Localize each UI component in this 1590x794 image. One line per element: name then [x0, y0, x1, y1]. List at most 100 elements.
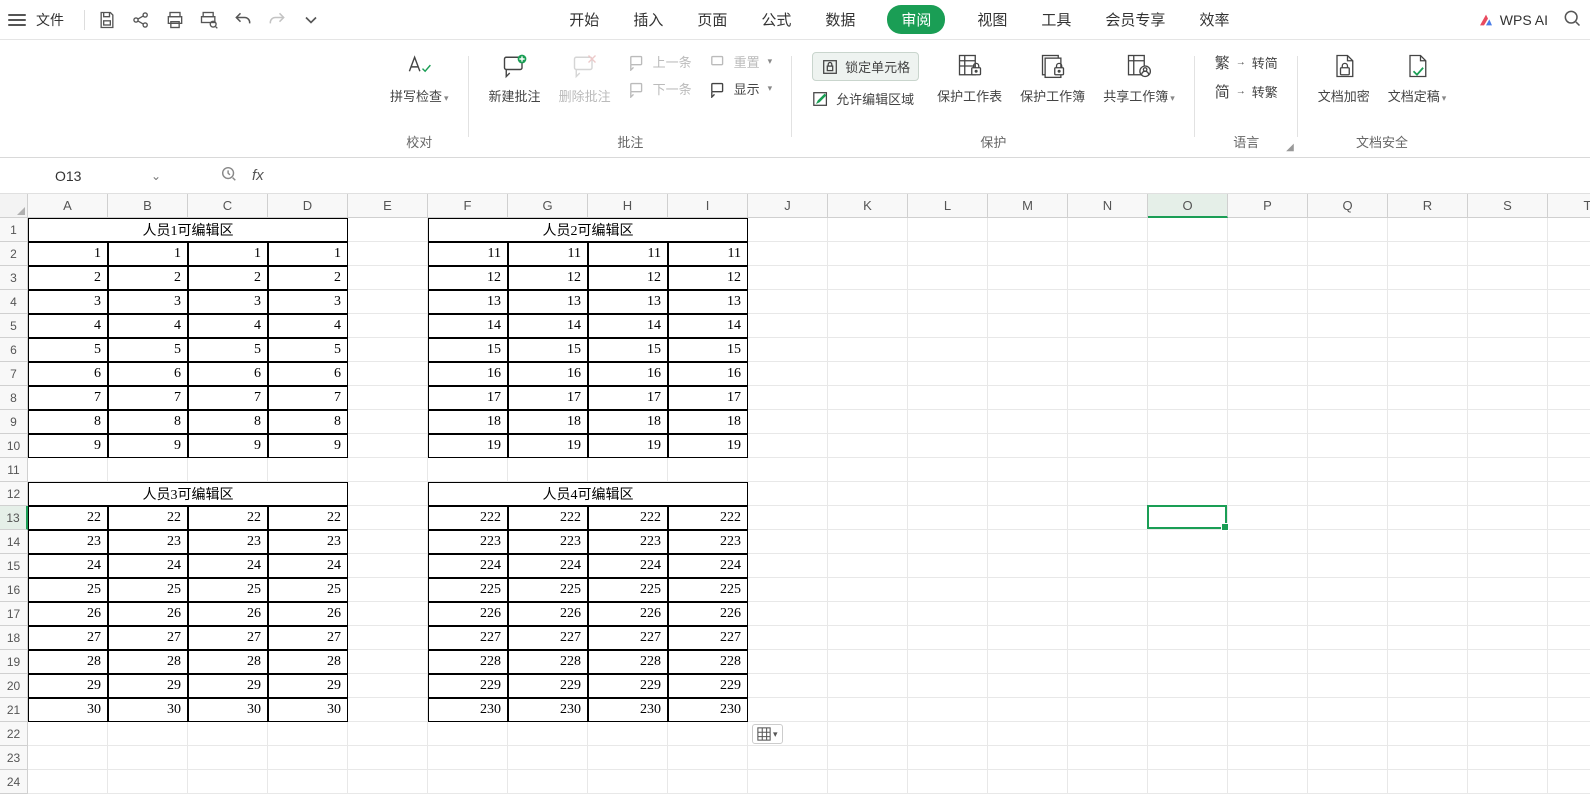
cell[interactable] [428, 722, 508, 746]
cell[interactable]: 29 [268, 674, 348, 698]
cell[interactable]: 12 [508, 266, 588, 290]
cell[interactable]: 223 [508, 530, 588, 554]
tab-tools[interactable]: 工具 [1039, 5, 1073, 34]
cell[interactable] [1388, 530, 1468, 554]
cell[interactable]: 6 [268, 362, 348, 386]
cell[interactable] [1388, 674, 1468, 698]
share-icon[interactable] [131, 10, 151, 30]
cell[interactable]: 29 [28, 674, 108, 698]
cell[interactable] [908, 386, 988, 410]
cell[interactable] [108, 746, 188, 770]
cell[interactable] [1548, 506, 1590, 530]
cell[interactable]: 230 [588, 698, 668, 722]
cell[interactable] [1148, 650, 1228, 674]
cell[interactable] [1228, 266, 1308, 290]
cell[interactable] [748, 602, 828, 626]
cell[interactable] [1388, 458, 1468, 482]
cell[interactable] [1388, 506, 1468, 530]
cell-merged[interactable]: 人员4可编辑区 [428, 482, 748, 506]
rowhdr-1[interactable]: 1 [0, 218, 28, 242]
cell[interactable] [1388, 578, 1468, 602]
cell[interactable] [1228, 314, 1308, 338]
cell[interactable] [428, 458, 508, 482]
cell[interactable] [1068, 386, 1148, 410]
cell[interactable] [508, 746, 588, 770]
cell[interactable]: 14 [588, 314, 668, 338]
cell[interactable]: 227 [668, 626, 748, 650]
cell[interactable] [348, 650, 428, 674]
cell[interactable]: 28 [108, 650, 188, 674]
tab-insert[interactable]: 插入 [631, 5, 665, 34]
cell[interactable] [1148, 338, 1228, 362]
cell[interactable] [108, 770, 188, 794]
cell[interactable]: 228 [508, 650, 588, 674]
cell[interactable] [748, 770, 828, 794]
cell[interactable] [1468, 674, 1548, 698]
cell[interactable]: 22 [268, 506, 348, 530]
rowhdr-24[interactable]: 24 [0, 770, 28, 794]
cell[interactable]: 26 [268, 602, 348, 626]
spellcheck-button[interactable]: 拼写检查▾ [390, 52, 449, 105]
cell[interactable]: 225 [508, 578, 588, 602]
cell[interactable] [828, 530, 908, 554]
cell[interactable] [1388, 554, 1468, 578]
cell[interactable] [1388, 650, 1468, 674]
cell[interactable] [1308, 746, 1388, 770]
cell[interactable] [1308, 506, 1388, 530]
cell[interactable] [988, 458, 1068, 482]
cell[interactable] [188, 458, 268, 482]
cell-merged[interactable]: 人员3可编辑区 [28, 482, 348, 506]
tab-data[interactable]: 数据 [823, 5, 857, 34]
cell[interactable]: 19 [668, 434, 748, 458]
rowhdr-8[interactable]: 8 [0, 386, 28, 410]
cell[interactable]: 16 [508, 362, 588, 386]
cell[interactable] [988, 674, 1068, 698]
cell[interactable]: 17 [428, 386, 508, 410]
rowhdr-13[interactable]: 13 [0, 506, 28, 530]
cell[interactable] [748, 242, 828, 266]
cell[interactable] [1468, 338, 1548, 362]
cell[interactable] [988, 386, 1068, 410]
cell[interactable]: 6 [108, 362, 188, 386]
share-workbook-button[interactable]: 共享工作簿▾ [1103, 52, 1175, 108]
cell[interactable] [188, 722, 268, 746]
cell[interactable] [1468, 266, 1548, 290]
cell[interactable]: 222 [668, 506, 748, 530]
colhdr-N[interactable]: N [1068, 194, 1148, 218]
name-box[interactable]: O13 ⌄ [30, 163, 170, 189]
cell[interactable]: 27 [268, 626, 348, 650]
cell[interactable]: 4 [28, 314, 108, 338]
cell[interactable]: 224 [508, 554, 588, 578]
cell[interactable] [1068, 674, 1148, 698]
cell[interactable] [828, 554, 908, 578]
rowhdr-7[interactable]: 7 [0, 362, 28, 386]
cell[interactable] [1068, 458, 1148, 482]
cell[interactable] [1388, 626, 1468, 650]
cell[interactable] [1468, 290, 1548, 314]
cell[interactable] [28, 746, 108, 770]
rowhdr-22[interactable]: 22 [0, 722, 28, 746]
cell[interactable]: 222 [508, 506, 588, 530]
cell[interactable]: 8 [108, 410, 188, 434]
cell[interactable]: 222 [428, 506, 508, 530]
cell[interactable] [748, 578, 828, 602]
cell[interactable]: 14 [508, 314, 588, 338]
cell[interactable] [1548, 674, 1590, 698]
cell[interactable]: 226 [428, 602, 508, 626]
cell[interactable] [1228, 698, 1308, 722]
cell[interactable]: 230 [428, 698, 508, 722]
cell[interactable]: 17 [668, 386, 748, 410]
colhdr-D[interactable]: D [268, 194, 348, 218]
cell[interactable]: 18 [668, 410, 748, 434]
finalize-doc-button[interactable]: 文档定稿▾ [1388, 52, 1447, 105]
tab-view[interactable]: 视图 [975, 5, 1009, 34]
cell[interactable] [988, 218, 1068, 242]
protect-sheet-button[interactable]: 保护工作表 [937, 52, 1002, 108]
cell[interactable] [348, 218, 428, 242]
cell[interactable] [908, 650, 988, 674]
cell[interactable]: 24 [108, 554, 188, 578]
cell[interactable] [348, 770, 428, 794]
cell[interactable] [348, 338, 428, 362]
colhdr-H[interactable]: H [588, 194, 668, 218]
cell[interactable]: 226 [508, 602, 588, 626]
